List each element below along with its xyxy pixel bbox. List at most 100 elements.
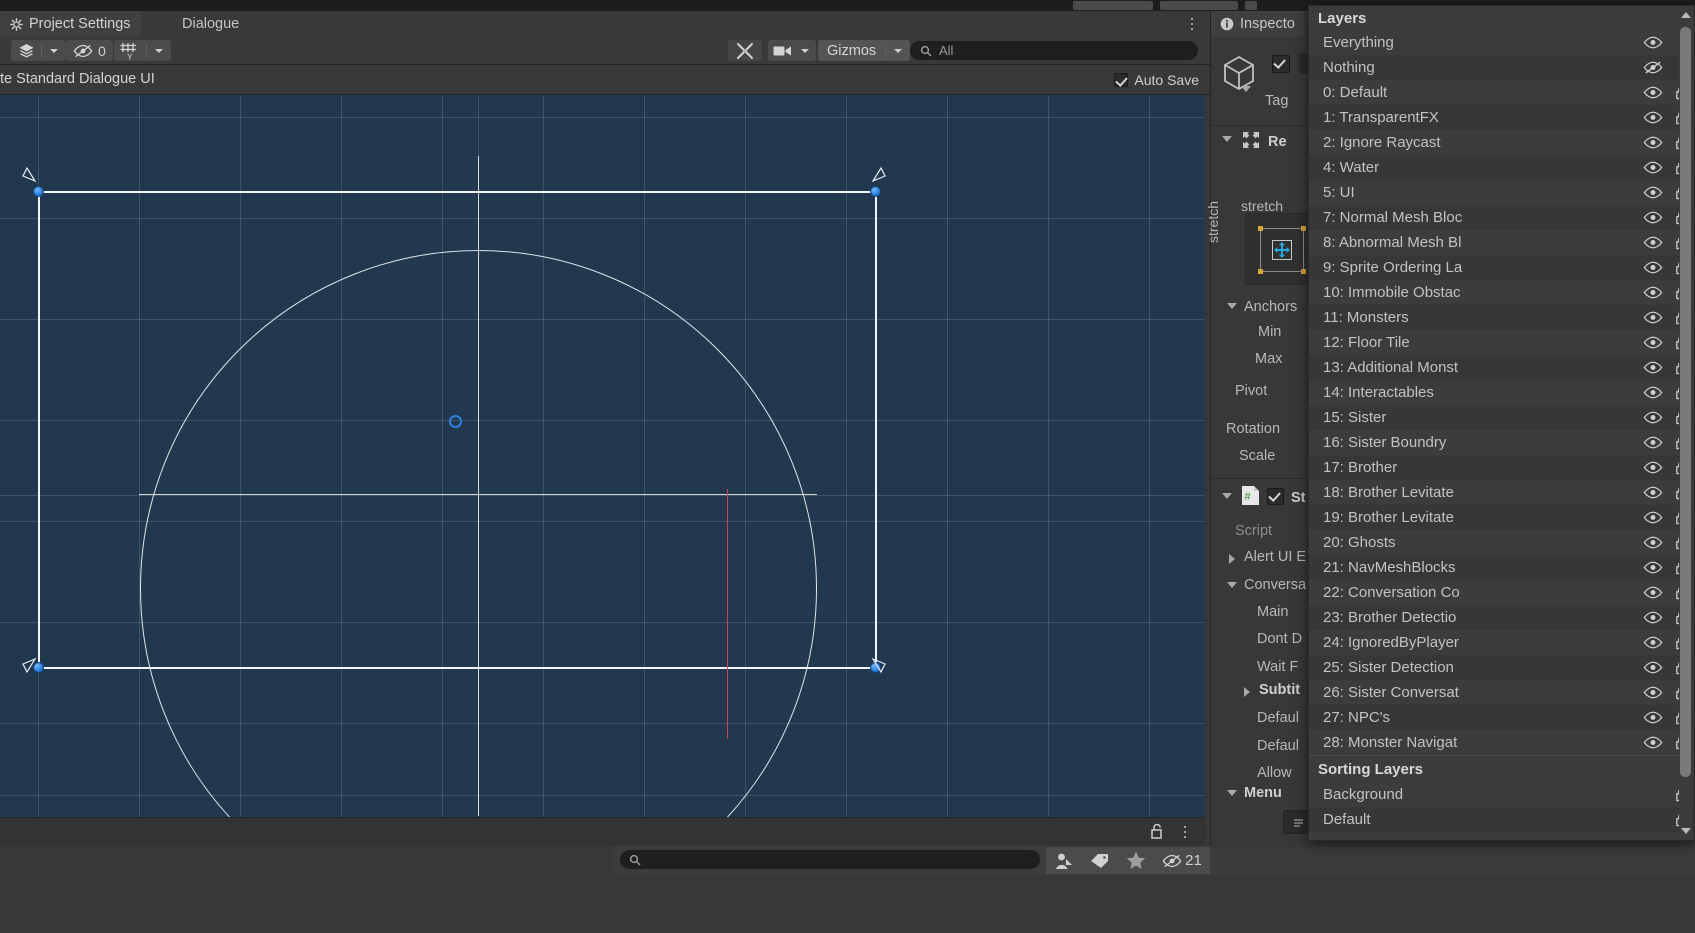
- eye-icon[interactable]: [1638, 186, 1668, 199]
- layer-row[interactable]: 20: Ghosts: [1309, 530, 1694, 555]
- tag-icon[interactable]: [1082, 847, 1118, 874]
- scrollbar-thumb[interactable]: [1680, 27, 1691, 777]
- gizmos-group[interactable]: Gizmos: [818, 40, 911, 61]
- layer-row[interactable]: 24: IgnoredByPlayer: [1309, 630, 1694, 655]
- layer-row[interactable]: 2: Ignore Raycast: [1309, 130, 1694, 155]
- eye-icon[interactable]: [1638, 436, 1668, 449]
- eye-icon[interactable]: [1638, 261, 1668, 274]
- layer-row[interactable]: 7: Normal Mesh Bloc: [1309, 205, 1694, 230]
- eye-icon[interactable]: [1638, 36, 1668, 49]
- eye-icon[interactable]: [1638, 686, 1668, 699]
- eye-icon[interactable]: [1638, 611, 1668, 624]
- scene-visibility-status[interactable]: 21: [1154, 847, 1210, 874]
- layer-row[interactable]: 8: Abnormal Mesh Bl: [1309, 230, 1694, 255]
- layer-row[interactable]: 9: Sprite Ordering La: [1309, 255, 1694, 280]
- eye-off-icon[interactable]: [1638, 61, 1668, 74]
- grid-snap-icon[interactable]: Y: [114, 40, 146, 61]
- script-enabled-checkbox[interactable]: [1267, 488, 1284, 505]
- eye-icon[interactable]: [1638, 711, 1668, 724]
- avatar-icon[interactable]: [1046, 847, 1082, 874]
- layer-row[interactable]: 25: Sister Detection: [1309, 655, 1694, 680]
- layer-row[interactable]: 1: TransparentFX: [1309, 105, 1694, 130]
- anchor-preset-widget[interactable]: [1245, 213, 1317, 285]
- eye-icon[interactable]: [1638, 511, 1668, 524]
- layer-row[interactable]: 4: Water: [1309, 155, 1694, 180]
- layer-row[interactable]: 12: Floor Tile: [1309, 330, 1694, 355]
- layer-row[interactable]: 13: Additional Monst: [1309, 355, 1694, 380]
- eye-icon[interactable]: [1638, 361, 1668, 374]
- window-button-c[interactable]: [1245, 1, 1257, 10]
- anchor-handle-top-left[interactable]: [33, 186, 44, 197]
- layer-row[interactable]: 15: Sister: [1309, 405, 1694, 430]
- eye-icon[interactable]: [1638, 561, 1668, 574]
- gizmos-chevron-down-icon[interactable]: [886, 40, 910, 61]
- eye-icon[interactable]: [1638, 386, 1668, 399]
- tools-icon[interactable]: [728, 40, 762, 61]
- eye-icon[interactable]: [1638, 336, 1668, 349]
- grid-snap-chevron-down-icon[interactable]: [147, 40, 171, 61]
- anchor-arrow-bottom-left[interactable]: [21, 657, 37, 674]
- tab-inspector[interactable]: Inspecto: [1211, 11, 1304, 37]
- pivot-handle[interactable]: [449, 415, 462, 428]
- gizmos-label[interactable]: Gizmos: [818, 40, 885, 61]
- visibility-toggle-group[interactable]: 0: [66, 40, 113, 61]
- scene-tools-button[interactable]: [728, 40, 762, 61]
- camera-icon[interactable]: [768, 40, 794, 61]
- menu-foldout[interactable]: [1227, 790, 1237, 796]
- layer-row[interactable]: 17: Brother: [1309, 455, 1694, 480]
- subtitle-foldout[interactable]: [1244, 687, 1250, 697]
- tab-dialogue[interactable]: Dialogue: [172, 11, 249, 37]
- eye-icon[interactable]: [1638, 536, 1668, 549]
- eye-icon[interactable]: [1638, 211, 1668, 224]
- layer-row[interactable]: 18: Brother Levitate: [1309, 480, 1694, 505]
- layers-icon[interactable]: [11, 40, 41, 61]
- eye-icon[interactable]: [1638, 236, 1668, 249]
- lock-open-icon[interactable]: [1150, 823, 1165, 845]
- scene-camera-group[interactable]: [768, 40, 816, 61]
- layer-row[interactable]: 23: Brother Detectio: [1309, 605, 1694, 630]
- sorting-layer-row[interactable]: Background: [1309, 782, 1694, 807]
- window-button-a[interactable]: [1073, 1, 1153, 10]
- layer-row[interactable]: Everything: [1309, 30, 1694, 55]
- layer-row[interactable]: 10: Immobile Obstac: [1309, 280, 1694, 305]
- camera-chevron-down-icon[interactable]: [794, 40, 816, 61]
- sorting-layer-row[interactable]: Default: [1309, 807, 1694, 832]
- layer-row[interactable]: 11: Monsters: [1309, 305, 1694, 330]
- layer-row[interactable]: 22: Conversation Co: [1309, 580, 1694, 605]
- layer-row[interactable]: 21: NavMeshBlocks: [1309, 555, 1694, 580]
- object-enabled-checkbox[interactable]: [1272, 55, 1290, 73]
- eye-icon[interactable]: [1638, 136, 1668, 149]
- auto-save-checkbox[interactable]: [1114, 73, 1129, 87]
- layer-row[interactable]: 14: Interactables: [1309, 380, 1694, 405]
- grid-snap-group[interactable]: Y: [114, 40, 171, 61]
- eye-icon[interactable]: [1638, 661, 1668, 674]
- eye-icon[interactable]: [1638, 161, 1668, 174]
- eye-icon[interactable]: [1638, 736, 1668, 749]
- eye-icon[interactable]: [1638, 111, 1668, 124]
- star-icon[interactable]: [1118, 847, 1154, 874]
- anchors-foldout[interactable]: [1227, 303, 1237, 309]
- eye-icon[interactable]: [1638, 411, 1668, 424]
- scene-footer-menu-icon[interactable]: [1178, 823, 1192, 841]
- layers-dropdown-group[interactable]: [11, 40, 66, 61]
- tab-bar-menu-icon[interactable]: [1184, 15, 1200, 33]
- object-icon-chevron-down-icon[interactable]: [1241, 86, 1251, 92]
- scene-search-box[interactable]: All: [910, 41, 1198, 60]
- eye-icon[interactable]: [1638, 636, 1668, 649]
- auto-save-toggle[interactable]: Auto Save: [1114, 72, 1199, 88]
- window-button-b[interactable]: [1160, 1, 1238, 10]
- rect-transform-foldout[interactable]: [1222, 136, 1232, 142]
- anchor-handle-top-right[interactable]: [870, 186, 881, 197]
- eye-icon[interactable]: [1638, 286, 1668, 299]
- layer-row[interactable]: 28: Monster Navigat: [1309, 730, 1694, 755]
- eye-icon[interactable]: [1638, 461, 1668, 474]
- layers-dropdown-panel[interactable]: Layers Everything Nothing 0: Default 1: Tra…: [1308, 5, 1695, 841]
- anchor-arrow-bottom-right[interactable]: [871, 657, 888, 674]
- scene-view[interactable]: [0, 95, 1205, 817]
- scroll-down-arrow-icon[interactable]: [1680, 825, 1691, 837]
- layers-chevron-down-icon[interactable]: [42, 40, 66, 61]
- eye-icon[interactable]: [1638, 486, 1668, 499]
- layer-row[interactable]: Nothing: [1309, 55, 1694, 80]
- layer-row[interactable]: 19: Brother Levitate: [1309, 505, 1694, 530]
- layer-row[interactable]: 26: Sister Conversat: [1309, 680, 1694, 705]
